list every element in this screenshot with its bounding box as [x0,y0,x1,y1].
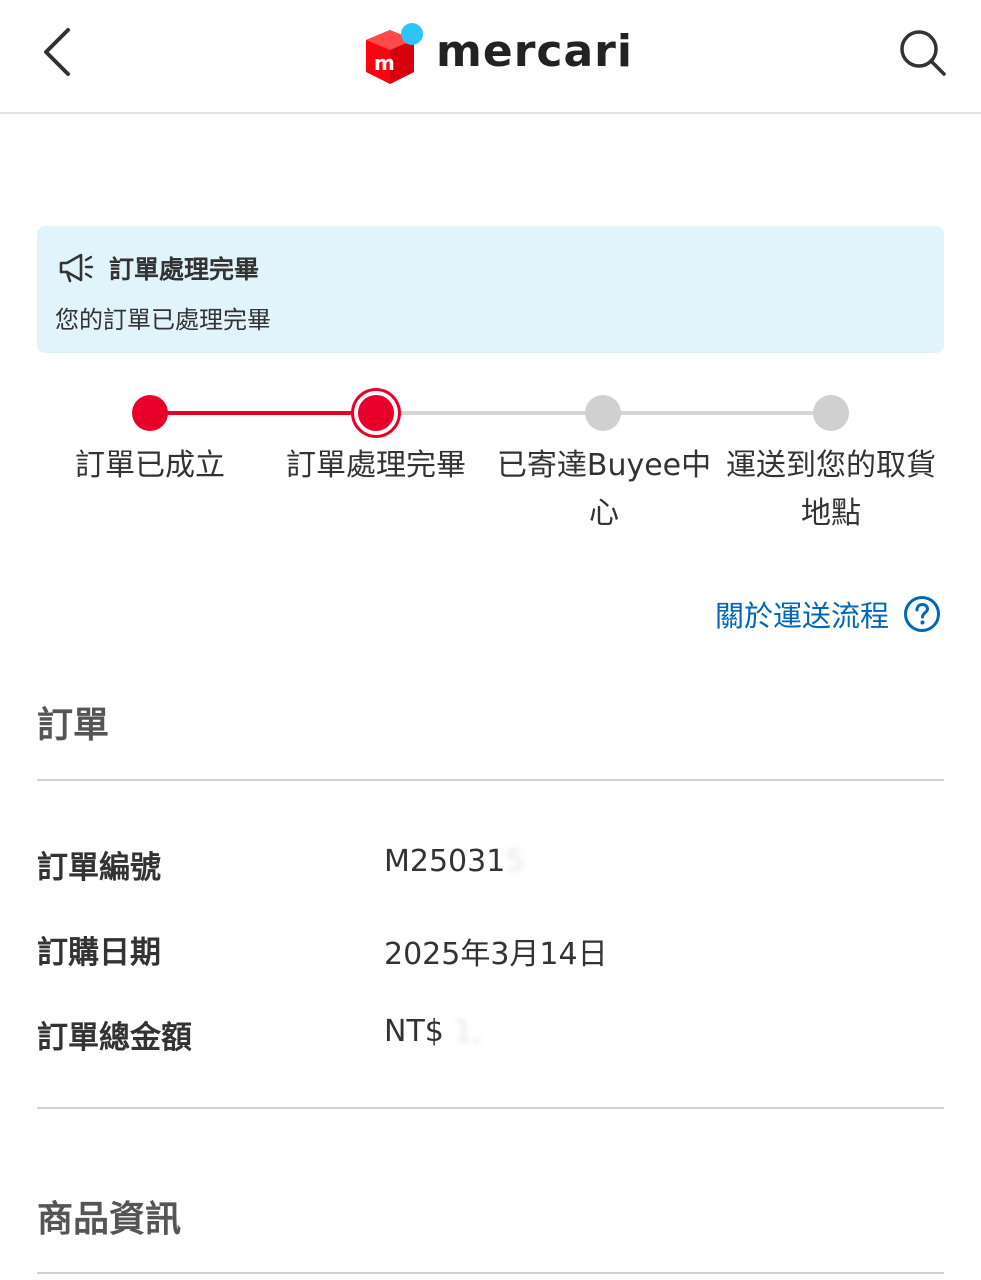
step-dot-4 [813,395,849,431]
divider [37,779,944,781]
step-connector-pending-1 [376,411,603,415]
search-button[interactable] [894,24,950,80]
step-dot-2-current [354,391,398,435]
mercari-logo[interactable]: m mercari [360,14,633,94]
step-dot-1 [132,395,168,431]
product-section-title: 商品資訊 [37,1199,182,1240]
order-number-value: M250315 [384,844,524,879]
step-label-2: 訂單處理完畢 [286,448,466,483]
divider [37,1272,944,1274]
order-progress-stepper: 訂單已成立 訂單處理完畢 已寄達Buyee中心 運送到您的取貨地點 [0,380,981,550]
shipping-flow-help-link[interactable]: 關於運送流程 [715,593,941,635]
order-date-value: 2025年3月14日 [384,929,608,973]
notice-body: 您的訂單已處理完畢 [55,306,271,334]
notice-title: 訂單處理完畢 [109,255,260,284]
logo-badge-letter: m [374,51,395,75]
order-number-label: 訂單編號 [37,850,161,886]
order-date-text: 2025年3月14日 [384,937,608,972]
step-dot-3 [585,395,621,431]
search-icon [900,30,946,76]
step-label-1: 訂單已成立 [75,448,225,483]
chevron-left-icon [44,28,70,76]
step-connector-pending-2 [603,411,831,415]
order-section-title: 訂單 [37,705,110,746]
divider [37,1107,944,1109]
order-total-obscured: 1, [453,1014,483,1049]
app-header: m mercari [0,0,981,114]
question-circle-icon [904,596,940,632]
order-date-label: 訂購日期 [37,935,161,971]
step-label-3: 已寄達Buyee中心 [496,448,712,531]
help-link-text: 關於運送流程 [714,599,889,633]
order-number-obscured: 5 [505,844,525,879]
step-connector-done [150,411,376,415]
step-label-4: 運送到您的取貨地點 [726,448,936,531]
back-button[interactable] [30,22,90,82]
status-notice-banner: 訂單處理完畢 您的訂單已處理完畢 [37,226,944,353]
mercari-box-icon: m [366,23,423,84]
order-number-text: M25031 [384,844,506,879]
order-total-currency: NT$ [384,1014,444,1049]
logo-text: mercari [436,25,633,77]
order-total-label: 訂單總金額 [37,1020,192,1056]
megaphone-icon [59,253,94,283]
order-total-value: NT$ 1, [384,1014,482,1049]
